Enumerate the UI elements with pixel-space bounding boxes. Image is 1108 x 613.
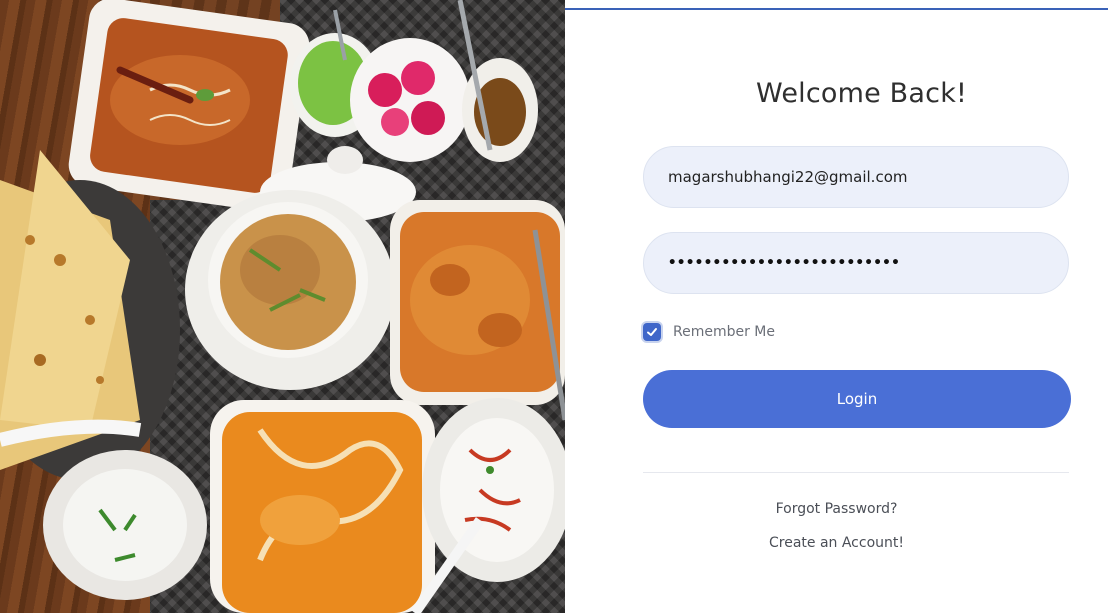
remember-checkbox[interactable] [643, 323, 661, 341]
naan-basket [0, 150, 180, 480]
login-button[interactable]: Login [643, 370, 1071, 428]
email-value: magarshubhangi22@gmail.com [668, 168, 908, 186]
password-field[interactable]: •••••••••••••••••••••••••• [643, 232, 1069, 294]
forgot-password-link[interactable]: Forgot Password? [565, 501, 1108, 517]
biryani-bowl [185, 190, 395, 390]
page-title: Welcome Back! [756, 78, 968, 109]
pickle-bowl [457, 0, 538, 162]
password-mask: •••••••••••••••••••••••••• [668, 255, 901, 271]
remember-me[interactable]: Remember Me [643, 323, 775, 341]
curry-bowl-right [390, 200, 565, 421]
raita-bowl-left [43, 450, 207, 600]
food-illustration [0, 0, 565, 613]
login-panel: Welcome Back! magarshubhangi22@gmail.com… [565, 10, 1108, 613]
create-account-link[interactable]: Create an Account! [565, 535, 1108, 551]
email-field[interactable]: magarshubhangi22@gmail.com [643, 146, 1069, 208]
food-photo [0, 0, 565, 613]
butter-chicken-dish [210, 400, 435, 613]
raita-bowl-right [410, 398, 565, 613]
check-icon [647, 328, 657, 336]
divider [643, 472, 1069, 473]
onion-bowl [350, 38, 470, 162]
remember-label: Remember Me [673, 324, 775, 340]
